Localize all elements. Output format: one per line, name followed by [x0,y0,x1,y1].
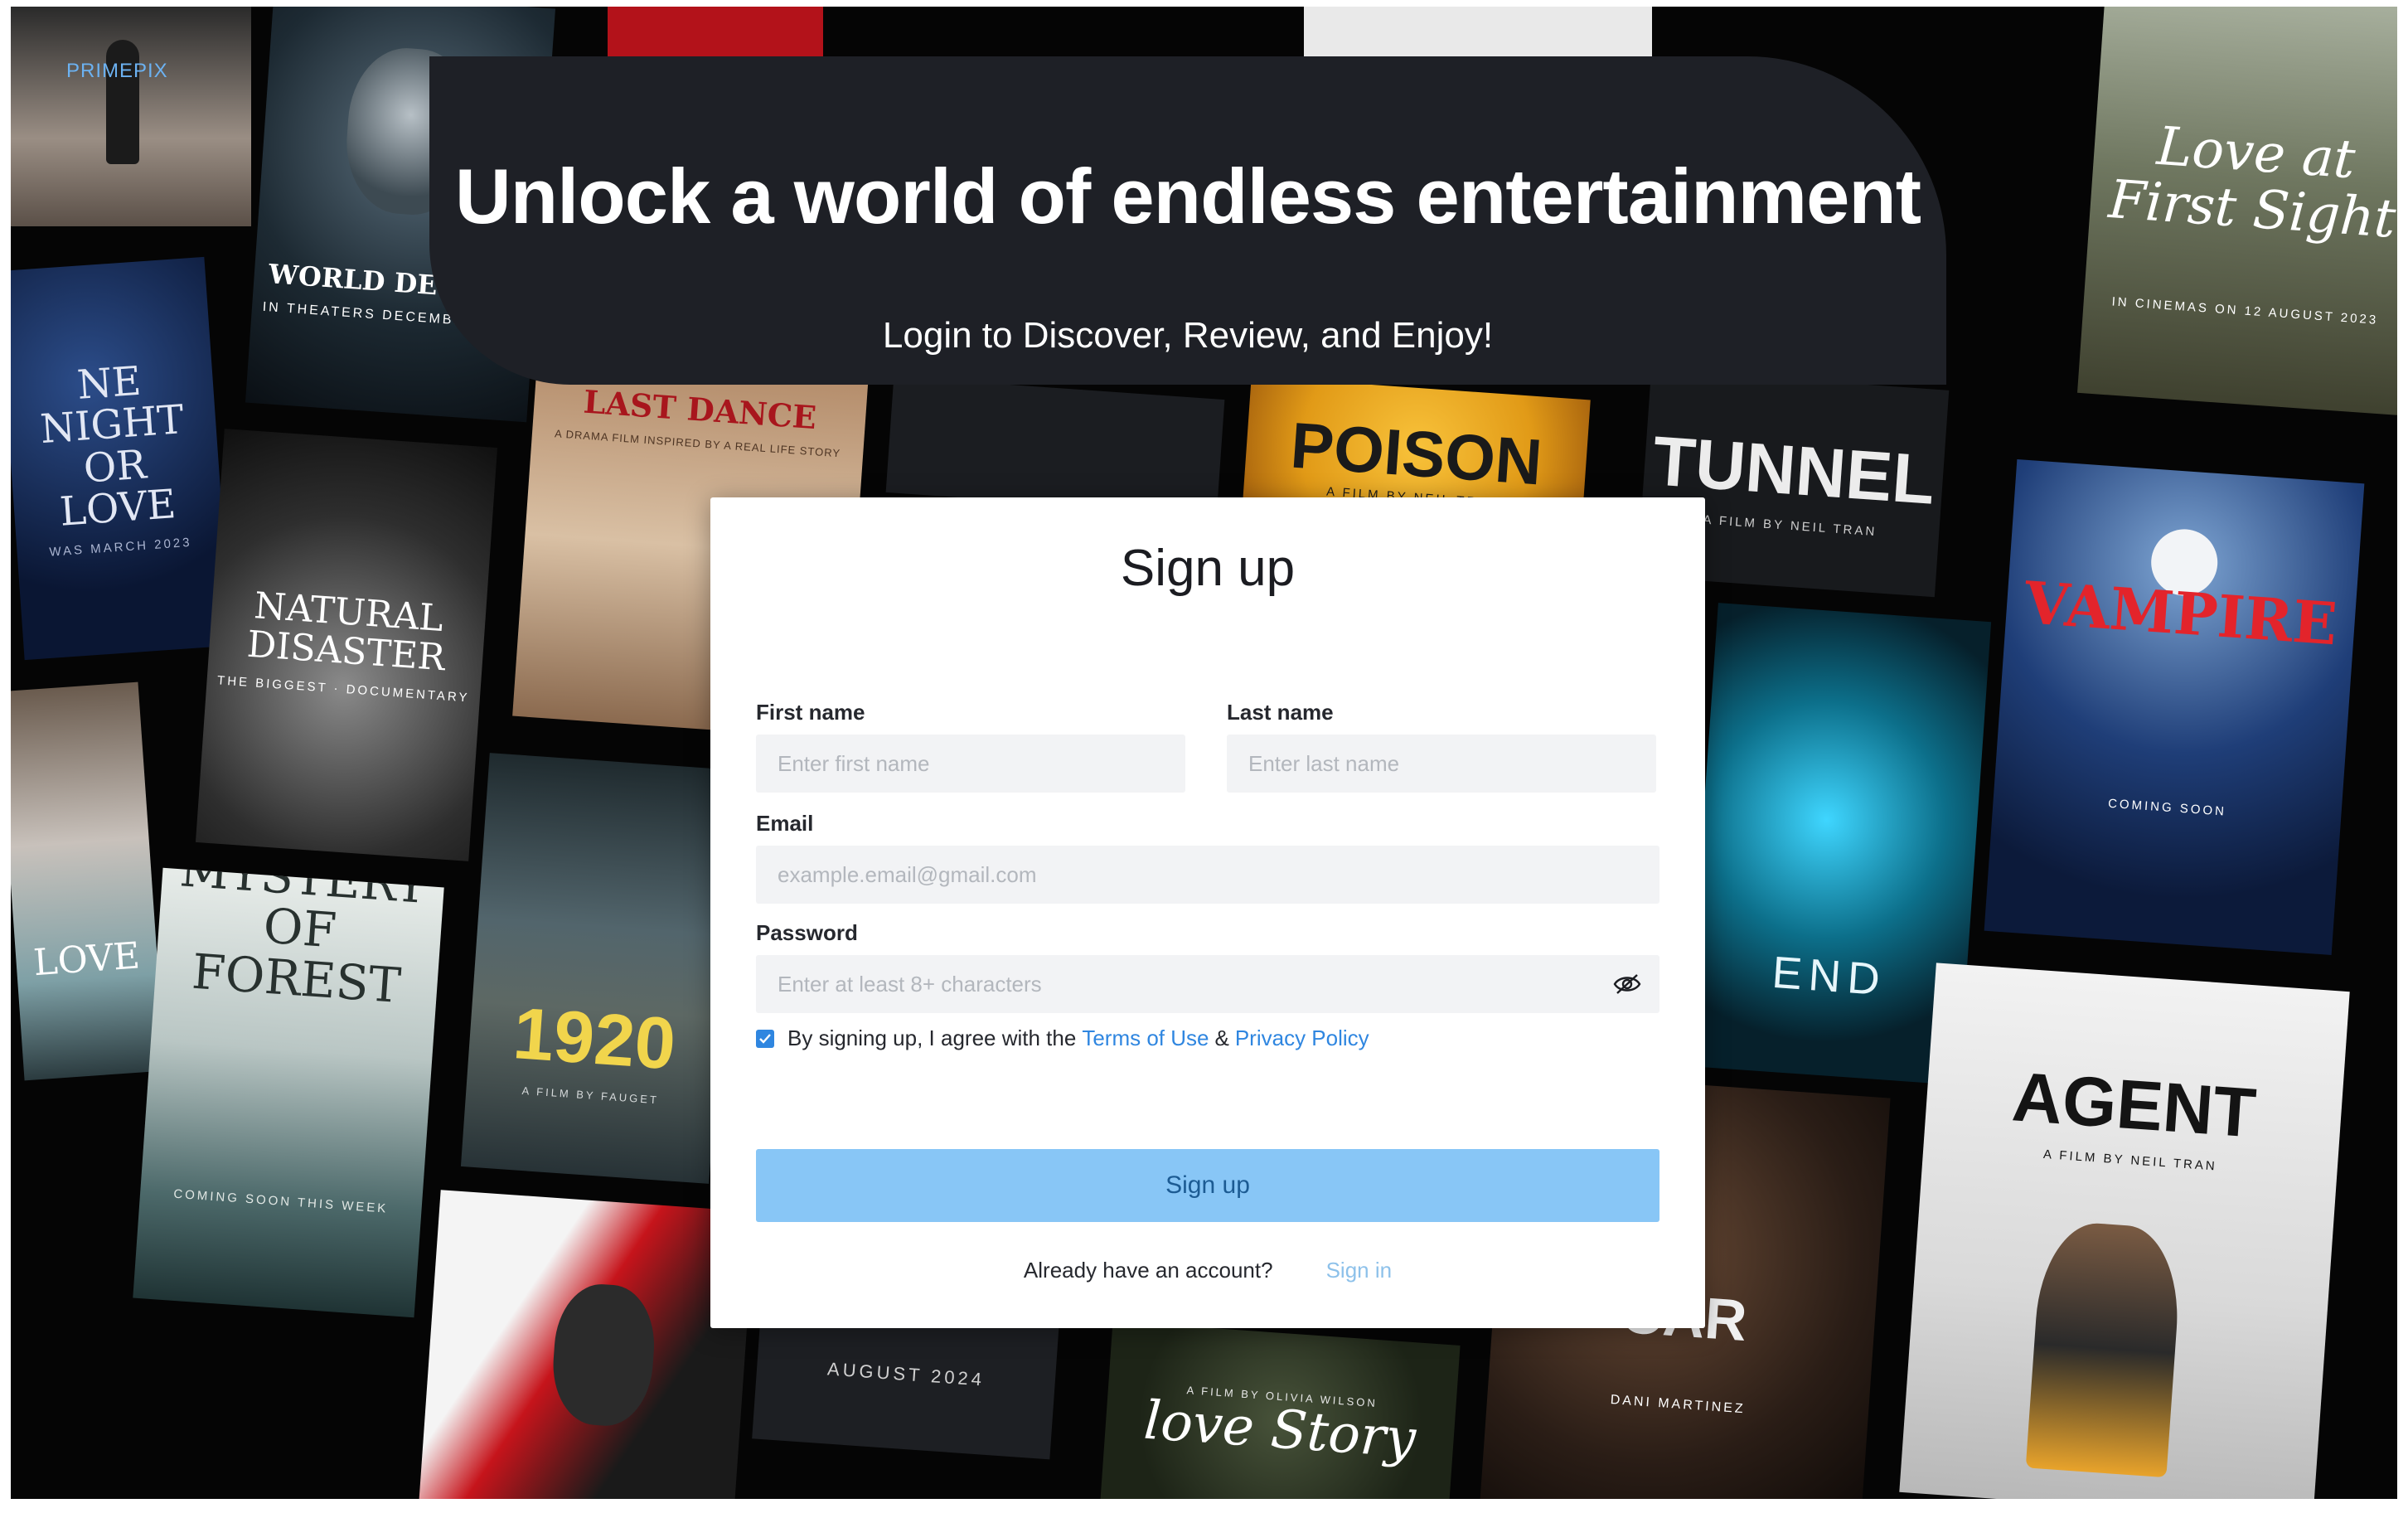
hero-title: Unlock a world of endless entertainment [454,153,1921,240]
poster-credit: DANI MARTINEZ [1610,1392,1747,1417]
first-name-input[interactable] [776,749,1185,778]
poster-title: Love at First Sight [2106,116,2397,250]
sign-in-link[interactable]: Sign in [1326,1258,1393,1283]
poster-credit: IN CINEMAS ON 12 AUGUST 2023 [2111,294,2379,327]
poster-title: LOVE [31,934,142,985]
poster-tile [419,1190,755,1499]
email-input[interactable] [776,861,1659,889]
first-name-label: First name [756,700,865,725]
brand-logo[interactable]: PRIMEPIX [66,60,168,83]
poster-tile: VAMPIRE COMING SOON [1984,459,2365,955]
poster-credit: COMING SOON [2107,796,2227,819]
poster-title: AGENT [2009,1057,2259,1152]
signup-title: Sign up [1120,540,1296,597]
terms-of-use-link[interactable]: Terms of Use [1082,1026,1209,1051]
poster-tile: LOVE [11,681,166,1081]
poster-tile: A FILM BY OLIVIA WILSON love Story [1097,1321,1461,1499]
poster-title: POISON [1288,408,1545,499]
poster-title: END [1770,947,1888,1006]
terms-agreement: By signing up, I agree with the Terms of… [756,1026,1369,1051]
poster-title: LAST DANCE [582,382,818,436]
poster-tile: Love at First Sight IN CINEMAS ON 12 AUG… [2077,7,2397,415]
already-have-account-text: Already have an account? [1023,1258,1273,1283]
agree-text: By signing up, I agree with the [787,1026,1077,1050]
ampersand-text: & [1214,1026,1229,1050]
last-name-label: Last name [1227,700,1334,725]
first-name-field[interactable] [756,735,1185,793]
signup-card: Sign up First name Last name Email Passw… [710,497,1705,1328]
sign-up-button[interactable]: Sign up [756,1149,1659,1222]
hero-banner: Unlock a world of endless entertainment … [429,56,1946,385]
poster-title: MYSTERY OF FOREST [177,867,429,1014]
poster-credit: A FILM BY NEIL TRAN [1703,512,1877,539]
poster-title: VAMPIRE [2022,567,2340,659]
last-name-field[interactable] [1227,735,1656,793]
poster-credit: A FILM BY FAUGET [521,1084,660,1107]
hero-subtitle: Login to Discover, Review, and Enjoy! [882,315,1494,356]
poster-title: AUGUST 2024 [826,1358,986,1391]
poster-tile: MYSTERY OF FOREST COMING SOON THIS WEEK [133,867,444,1318]
poster-tile: NATURAL DISASTER THE BIGGEST · DOCUMENTA… [195,429,498,861]
poster-tile: NE NIGHT OR LOVE WAS MARCH 2023 [11,256,232,661]
poster-tile: AGENT A FILM BY NEIL TRAN [1899,963,2350,1499]
checkmark-icon [759,1033,771,1044]
poster-title: 1920 [510,992,679,1085]
last-name-input[interactable] [1247,749,1656,778]
poster-tile [608,7,823,56]
poster-credit: WAS MARCH 2023 [48,536,193,560]
email-field[interactable] [756,846,1659,904]
email-label: Email [756,811,814,836]
poster-credit: A FILM BY NEIL TRAN [2042,1147,2218,1174]
signin-prompt: Already have an account? Sign in [710,1258,1705,1283]
poster-tile [11,7,251,226]
poster-credit: COMING SOON THIS WEEK [172,1186,389,1216]
agree-checkbox[interactable] [756,1029,774,1048]
poster-title: NATURAL DISASTER [245,584,447,679]
privacy-policy-link[interactable]: Privacy Policy [1235,1026,1369,1051]
poster-title: NE NIGHT OR LOVE [38,357,186,536]
poster-tile [885,376,1225,516]
eye-slash-icon[interactable] [1613,972,1641,996]
poster-tile: 1920 A FILM BY FAUGET [460,753,739,1184]
password-label: Password [756,920,858,945]
password-field[interactable] [756,955,1659,1013]
password-input[interactable] [776,970,1575,998]
